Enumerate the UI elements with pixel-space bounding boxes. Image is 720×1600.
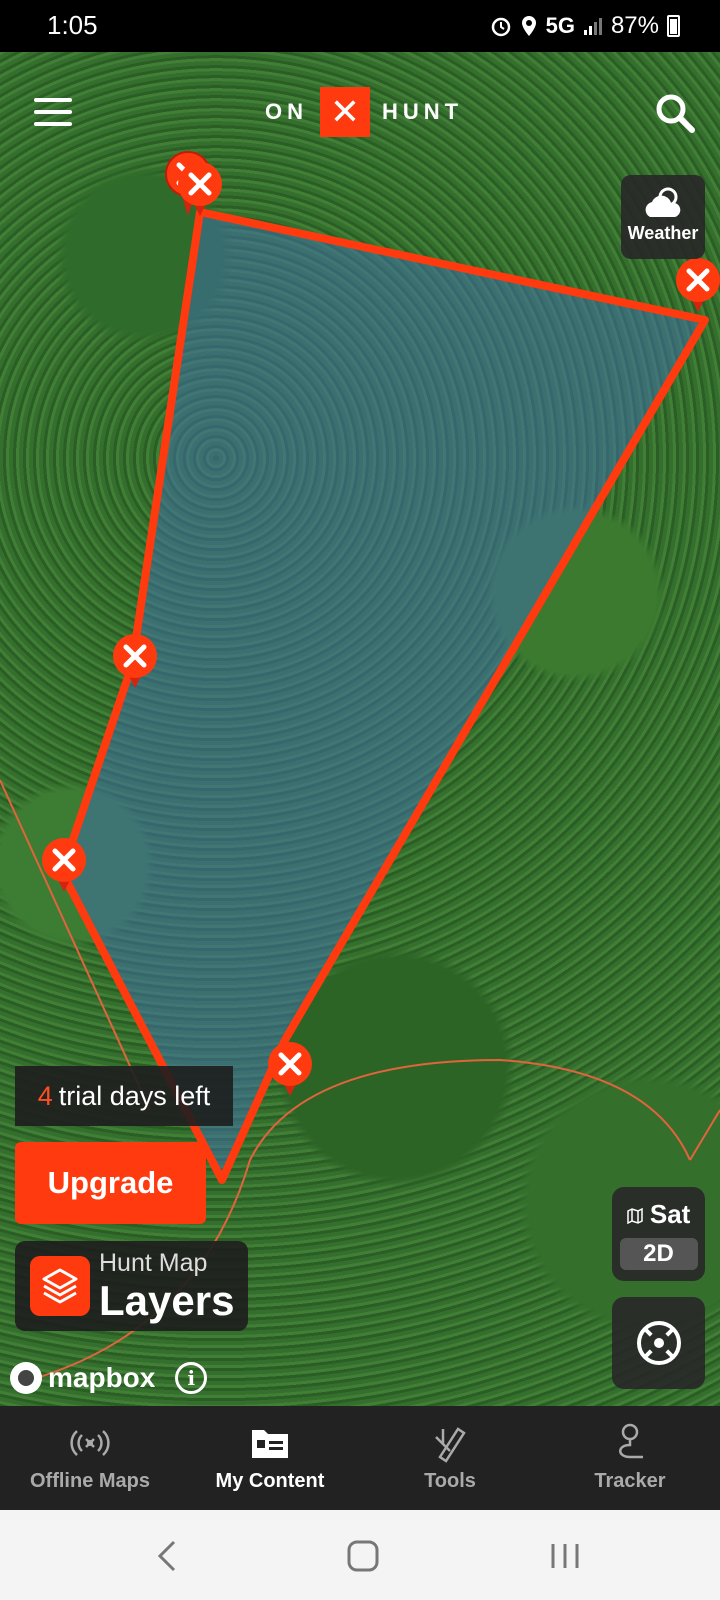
trial-banner: 4 trial days left <box>15 1066 233 1126</box>
nav-tracker-label: Tracker <box>594 1470 666 1492</box>
status-icons: 5G 87% <box>490 12 680 40</box>
offline-icon <box>70 1430 110 1456</box>
layers-button[interactable]: Hunt Map Layers <box>15 1241 248 1331</box>
nav-offline-maps[interactable]: Offline Maps <box>0 1406 180 1510</box>
mapbox-text: mapbox <box>48 1362 156 1393</box>
gps-locate-icon <box>636 1321 681 1365</box>
nav-my-content-label: My Content <box>215 1470 325 1492</box>
info-button[interactable]: i <box>175 1362 208 1394</box>
parcel-line <box>689 1109 720 1161</box>
basemap-mode[interactable]: 2D <box>619 1238 698 1270</box>
locate-button[interactable] <box>612 1297 705 1389</box>
back-button[interactable] <box>148 1536 188 1576</box>
weather-button[interactable]: Weather <box>621 175 705 259</box>
trial-days-count: 4 <box>37 1080 53 1111</box>
system-nav-bar <box>0 1510 720 1600</box>
home-icon <box>347 1540 379 1572</box>
status-bar: 1:05 5G 87% <box>0 0 720 52</box>
search-button[interactable] <box>655 93 695 133</box>
tracker-icon <box>619 1423 643 1459</box>
vertex-marker[interactable] <box>178 162 222 216</box>
menu-icon <box>34 98 72 102</box>
vertex-marker[interactable] <box>676 258 720 312</box>
layers-subtitle: Hunt Map <box>99 1249 208 1277</box>
menu-button[interactable] <box>34 98 72 126</box>
status-time: 1:05 <box>47 10 98 40</box>
home-button[interactable] <box>343 1536 383 1576</box>
mapbox-attribution: mapbox i <box>10 1362 208 1394</box>
vertex-marker[interactable] <box>268 1042 312 1096</box>
basemap-toggle[interactable]: Sat 2D <box>612 1187 705 1281</box>
signal-icon <box>583 18 602 35</box>
tools-icon <box>435 1427 466 1463</box>
layers-icon <box>30 1256 90 1316</box>
mapbox-logo-icon <box>10 1362 42 1394</box>
battery-icon <box>667 15 680 37</box>
layers-title: Layers <box>99 1277 235 1324</box>
trial-text: trial days left <box>58 1080 211 1111</box>
alarm-icon <box>491 17 510 37</box>
nav-tools[interactable]: Tools <box>360 1406 540 1510</box>
weather-cloud-icon <box>645 187 681 217</box>
nav-offline-maps-label: Offline Maps <box>29 1470 150 1492</box>
battery-percent: 87% <box>610 12 659 39</box>
logo-text-left: ON <box>265 99 308 124</box>
folder-icon <box>252 1430 288 1458</box>
recents-icon <box>551 1544 579 1568</box>
basemap-type: Sat <box>649 1199 691 1229</box>
nav-tools-label: Tools <box>424 1470 476 1492</box>
nav-tracker[interactable]: Tracker <box>540 1406 720 1510</box>
location-icon <box>521 16 536 36</box>
hunt-area-polygon[interactable] <box>58 208 709 1184</box>
app-logo: ON ✕ HUNT <box>265 87 463 137</box>
map-icon <box>626 1207 643 1225</box>
bottom-nav: Offline Maps My Content Tools Tracker <box>0 1406 720 1510</box>
recents-button[interactable] <box>545 1536 585 1576</box>
logo-mark: ✕ <box>320 87 370 137</box>
logo-text-right: HUNT <box>382 99 464 124</box>
back-icon <box>157 1540 176 1572</box>
network-type: 5G <box>545 13 575 38</box>
nav-my-content[interactable]: My Content <box>180 1406 360 1510</box>
search-icon <box>656 94 695 133</box>
upgrade-button[interactable]: Upgrade <box>15 1142 206 1224</box>
weather-label: Weather <box>627 223 699 243</box>
